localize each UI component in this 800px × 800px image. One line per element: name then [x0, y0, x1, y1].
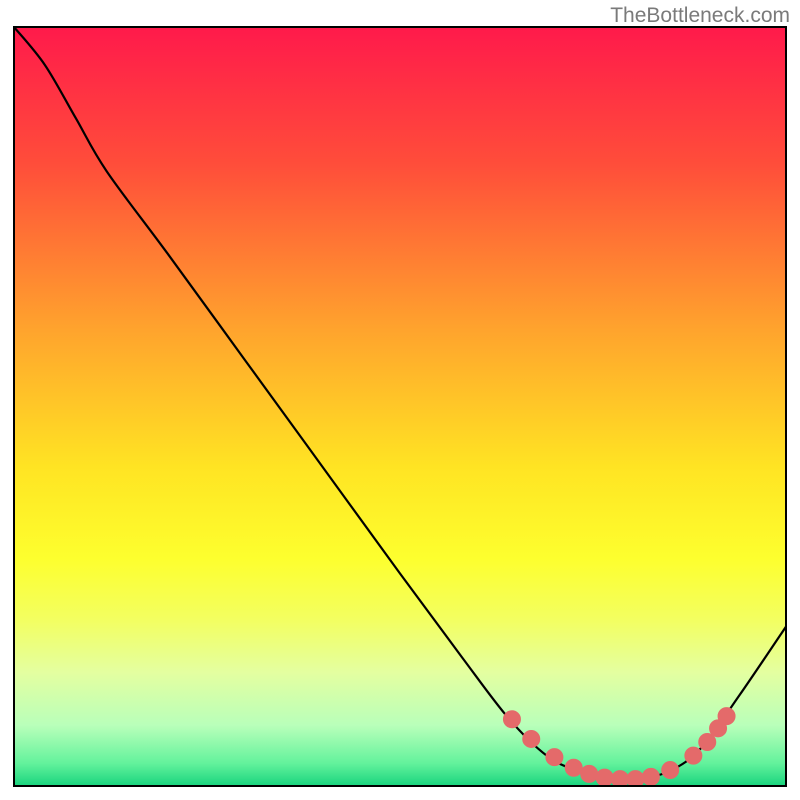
curve-marker	[565, 759, 582, 776]
curve-marker	[503, 711, 520, 728]
source-attribution: TheBottleneck.com	[610, 4, 790, 28]
curve-marker	[523, 730, 540, 747]
curve-marker	[581, 765, 598, 782]
curve-marker	[662, 762, 679, 779]
gradient-background	[14, 27, 786, 786]
curve-marker	[596, 769, 613, 786]
curve-marker	[685, 747, 702, 764]
chart-stage: TheBottleneck.com	[0, 0, 800, 800]
curve-marker	[718, 708, 735, 725]
curve-marker	[642, 768, 659, 785]
bottleneck-curve-chart	[0, 0, 800, 800]
curve-marker	[546, 749, 563, 766]
curve-marker	[699, 733, 716, 750]
